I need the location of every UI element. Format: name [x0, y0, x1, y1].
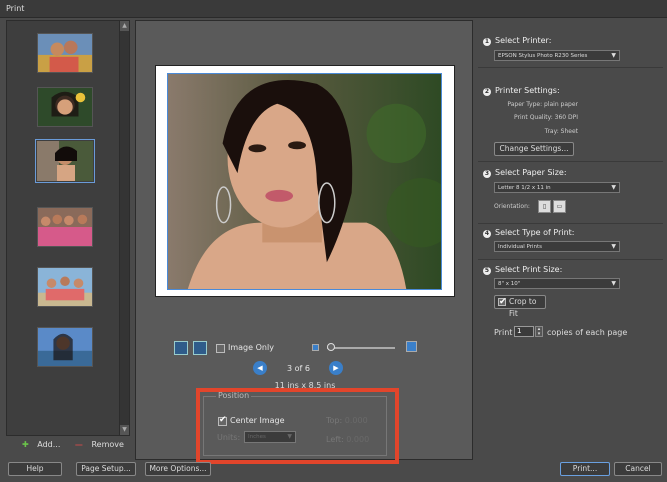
print-type-dropdown[interactable]: Individual Prints ▼ [494, 241, 620, 252]
remove-photo-button[interactable]: — Remove [75, 440, 130, 449]
crop-to-fit-checkbox[interactable] [498, 296, 507, 308]
paper-size-dropdown[interactable]: Letter 8 1/2 x 11 in ▼ [494, 182, 620, 193]
cancel-button[interactable]: Cancel [614, 462, 662, 476]
print-button[interactable]: Print... [560, 462, 610, 476]
more-options-button[interactable]: More Options... [145, 462, 211, 476]
add-photo-button[interactable]: ✚ Add... [22, 440, 66, 449]
minus-icon: — [74, 440, 83, 449]
thumbnail-6[interactable] [37, 327, 93, 367]
scroll-up-icon[interactable]: ▲ [120, 21, 129, 31]
next-page-icon[interactable]: ▶ [329, 361, 343, 375]
photo-preview[interactable] [167, 73, 442, 290]
step-1-icon: 1 [483, 38, 491, 46]
copies-suffix: copies of each page [547, 328, 628, 337]
crop-to-fit-toggle[interactable]: Crop to Fit [494, 295, 546, 318]
chevron-down-icon: ▼ [611, 243, 616, 250]
image-only-label: Image Only [228, 343, 274, 352]
step-5-icon: 5 [483, 267, 491, 275]
window-title: Print [6, 4, 25, 13]
portrait-orientation-icon[interactable]: ▯ [538, 200, 551, 213]
thumbnail-5[interactable] [37, 267, 93, 307]
step-2-icon: 2 [483, 88, 491, 96]
orientation-label: Orientation: [494, 203, 530, 210]
zoom-out-icon[interactable] [312, 344, 319, 351]
print-quality-text: Print Quality: 360 DPI [513, 114, 578, 121]
thumbnail-2[interactable] [37, 87, 93, 127]
print-size-section: 5Select Print Size: 8" x 10"▼ Crop to Fi… [478, 260, 663, 360]
thumbnail-4[interactable] [37, 207, 93, 247]
step-4-icon: 4 [483, 230, 491, 238]
highlight-annotation [196, 388, 399, 464]
paper-size-section: 3 Select Paper Size: Letter 8 1/2 x 11 in… [478, 162, 663, 224]
zoom-slider-track[interactable] [327, 347, 395, 349]
footer-bar: Help Page Setup... More Options... Print… [0, 462, 667, 482]
preview-tools-row: Image Only [174, 341, 454, 357]
step-3-icon: 3 [483, 170, 491, 178]
chevron-down-icon: ▼ [611, 280, 616, 287]
scroll-down-icon[interactable]: ▼ [120, 425, 129, 435]
paper-preview [155, 65, 455, 297]
add-remove-bar: ✚ Add... — Remove [22, 440, 136, 449]
landscape-orientation-icon[interactable]: ▭ [553, 200, 566, 213]
rotate-left-icon[interactable] [174, 341, 188, 355]
settings-panel: 1 Select Printer: EPSON Stylus Photo R230… [478, 20, 663, 460]
zoom-in-icon[interactable] [406, 341, 417, 352]
tray-text: Tray: Sheet [544, 128, 578, 135]
chevron-down-icon: ▼ [611, 184, 616, 191]
plus-icon: ✚ [22, 440, 29, 449]
thumbnail-3-selected[interactable] [35, 139, 95, 183]
rotate-right-icon[interactable] [193, 341, 207, 355]
chevron-down-icon: ▼ [611, 52, 616, 59]
thumbnail-panel: ▲ ▼ [6, 20, 130, 436]
copies-input[interactable]: 1 [514, 326, 534, 337]
previous-page-icon[interactable]: ◀ [253, 361, 267, 375]
page-setup-button[interactable]: Page Setup... [76, 462, 136, 476]
print-type-section: 4 Select Type of Print: Individual Prints… [478, 224, 663, 260]
page-indicator: 3 of 6 [287, 364, 310, 373]
page-navigation: ◀ 3 of 6 ▶ [253, 361, 353, 379]
select-printer-section: 1 Select Printer: EPSON Stylus Photo R230… [478, 20, 663, 68]
print-size-dropdown[interactable]: 8" x 10" ▼ [494, 278, 620, 289]
image-only-checkbox[interactable] [216, 344, 225, 353]
zoom-slider-knob[interactable] [327, 343, 335, 351]
printer-settings-section: 2 Printer Settings: Paper Type: plain pap… [478, 68, 663, 162]
paper-type-text: Paper Type: plain paper [507, 101, 578, 108]
thumbnail-1[interactable] [37, 33, 93, 73]
thumbnail-scrollbar[interactable]: ▲ ▼ [119, 21, 129, 435]
printer-dropdown[interactable]: EPSON Stylus Photo R230 Series ▼ [494, 50, 620, 61]
help-button[interactable]: Help [8, 462, 62, 476]
window-title-bar: Print [0, 0, 667, 18]
copies-stepper[interactable]: ▴ ▾ [535, 326, 543, 337]
print-copies-label: Print [494, 328, 513, 337]
change-settings-button[interactable]: Change Settings... [494, 142, 574, 156]
